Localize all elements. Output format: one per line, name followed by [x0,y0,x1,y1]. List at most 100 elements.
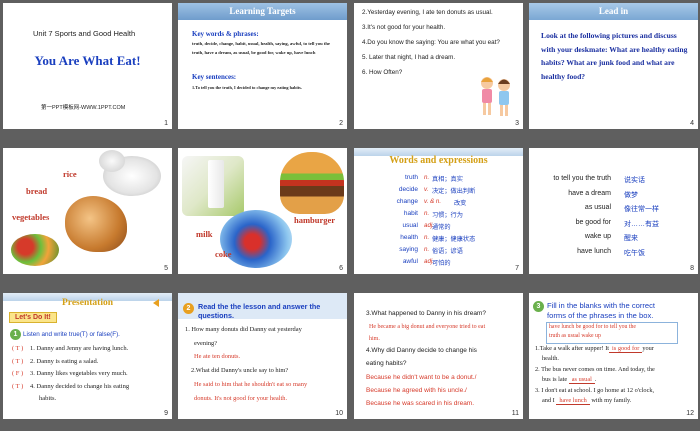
speaker-icon[interactable] [153,299,159,307]
vocab-pos: n. [424,246,430,253]
sentence-text: and I [542,397,555,404]
answer-2: He said to him that he shouldn't eat so … [194,381,308,388]
vegetables-image [11,234,59,266]
slide-thumbnail-1[interactable]: Unit 7 Sports and Good Health You Are Wh… [3,3,172,129]
slide-number: 11 [511,410,519,417]
vocab-meaning: 真相；真实 [432,176,463,183]
vocab-meaning: 习惯；行为 [432,212,463,219]
question-1-cont: evening? [194,340,218,347]
blank-answer: is good for [609,345,643,353]
phrase-chinese: 吃午饭 [624,249,645,257]
vocab-word: change [396,198,418,205]
slide-thumbnail-4[interactable]: Lead in Look at the following pictures a… [529,3,698,129]
slide-header: Presentation [61,298,113,308]
vocab-pos: n. [424,174,430,181]
label-vegetables: vegetables [12,212,50,222]
sentences-body: 1.To tell you the truth, I decided to ch… [192,85,302,90]
slide-banner: Learning Targets [178,3,347,20]
vocab-meaning: 健康；健康状态 [432,236,476,243]
phrase-chinese: 对……有益 [624,220,659,228]
question-4: 4.Why did Danny decide to change his [366,347,477,354]
step-badge: 3 [533,301,544,312]
phrase-english: have lunch [577,247,611,255]
step-badge: 1 [10,329,21,340]
statement-text: 2. Danny is eating a salad. [30,357,99,365]
vocab-meaning: 改变 [454,200,467,207]
sentence-text: 1.Take a walk after supper! It [535,345,610,352]
instruction-text: Listen and write true(T) or false(F). [23,331,120,338]
answer-3: He became a big donut and everyone tried… [369,324,486,330]
step-badge: 2 [183,303,194,314]
slide-number: 2 [339,120,343,127]
vocab-word: decide [398,186,418,193]
sentence-text: bus is late [542,376,568,383]
phrase-english: have a dream [568,189,611,197]
slide-thumbnail-8[interactable]: to tell you the truth 说实话 have a dream 做梦 as… [529,148,698,274]
slide-thumbnail-10[interactable]: 2 Read the the lesson and answer the que… [178,293,347,419]
slide-banner: Lead in [529,3,698,20]
vocab-word: health [400,234,418,241]
vocab-pos: n. [424,234,430,241]
label-rice: rice [63,169,77,179]
slide-thumbnail-5[interactable]: rice bread vegetables 5 [3,148,172,274]
statement-text: 1. Danny and Jenny are having lunch. [30,345,129,352]
vocab-pos: v. & n. [424,198,442,205]
label-milk: milk [196,229,213,239]
vocab-word: habit [403,210,418,217]
statement-text: 4. Danny decided to change his eating [30,382,130,390]
phrase-box-text: have lunch be good for to tell you the [549,324,636,330]
sentence-line: 5. Later that night, I had a dream. [362,54,456,61]
phrase-chinese: 做梦 [624,191,638,199]
slide-thumbnail-3[interactable]: 2.Yesterday evening, I ate ten donuts as… [354,3,523,129]
phrase-english: wake up [584,233,611,240]
sentence-2-cont: bus is late as usual. [542,376,597,384]
phrase-chinese: 醒来 [624,235,638,242]
slide-thumbnail-7[interactable]: Words and expressions truth n. 真相；真实 decide… [354,148,523,274]
slide-number: 8 [690,265,694,272]
slide-thumbnail-11[interactable]: 3.What happened to Danny in his dream? H… [354,293,523,419]
answer-mark: ( F ) [12,370,24,377]
lets-do-it-button[interactable]: Let's Do It! [9,312,57,323]
label-hamburger: hamburger [294,215,336,225]
question-1: 1. How many donuts did Danny eat yesterd… [185,326,302,333]
bread-image [65,196,127,252]
kids-illustration [481,77,510,116]
phrase-english: as usual [584,204,611,211]
vocab-word: truth [404,174,418,181]
sentences-title: Key sentences: [192,73,237,81]
vocab-word: awful [402,258,418,265]
sentence-text: your [642,345,654,352]
hamburger-image [280,152,344,214]
answer-2-cont: donuts. It's not good for your health. [194,395,288,402]
vocab-pos: n. [424,210,430,217]
slide-header: Lead in [598,6,629,16]
blank-answer: have lunch [556,397,590,405]
phrase-box-text: truth as usual wake up [549,333,601,339]
answer-mark: ( T ) [12,345,24,352]
slide-thumbnail-6[interactable]: hamburger milk coke 6 [178,148,347,274]
answer-1: He ate ten donuts. [194,353,241,360]
lesson-title: You Are What Eat! [34,53,141,68]
slide-header: Words and expressions [389,155,488,166]
sentence-3-cont: and I have lunch with my family. [542,397,631,405]
vocab-word: saying [399,246,418,253]
slide-thumbnail-9[interactable]: Presentation Let's Do It! 1 Listen and w… [3,293,172,419]
rice-bowl-image [99,150,125,172]
question-3: 3.What happened to Danny in his dream? [366,310,486,317]
sentence-line: 4.Do you know the saying: You are what y… [362,39,500,46]
phrase-english: to tell you the truth [553,175,611,182]
milk-glass-icon [208,160,224,208]
answer-3-cont: him. [369,336,380,342]
slide-number: 4 [690,120,694,127]
statement-text: habits. [39,395,57,402]
slide-number: 10 [335,410,343,417]
sentence-3: 3. I don't eat at school. I go home at 1… [535,387,655,394]
exercise-title: forms of the phrases in the box. [547,311,654,320]
phrase-chinese: 像往常一样 [624,206,659,213]
slide-thumbnail-2[interactable]: Learning Targets Key words & phrases: tr… [178,3,347,129]
vocab-meaning: 可怕的 [432,260,451,267]
vocab-meaning: 决定；做出判断 [432,188,476,195]
slide-number: 3 [515,120,519,127]
phrase-chinese: 说实话 [624,177,645,184]
slide-thumbnail-12[interactable]: 3 Fill in the blanks with the correct fo… [529,293,698,419]
